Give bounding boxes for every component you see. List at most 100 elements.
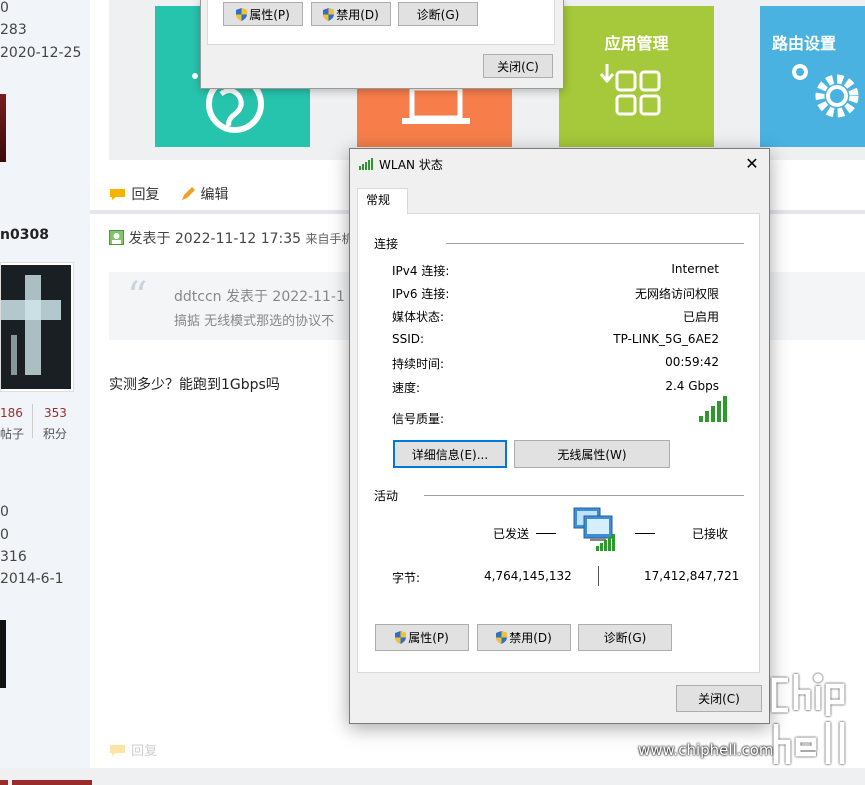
bytes-sent-value: 4,764,145,132 [484, 569, 572, 583]
quote-text: 搞掂 无线模式那选的协议不 [174, 314, 335, 329]
speech-bubble-icon [110, 189, 125, 200]
button-label: 关闭(C) [497, 59, 539, 74]
gear-icon [792, 64, 859, 118]
pencil-icon [182, 187, 195, 200]
post-meta: 发表于 2022-11-12 17:35 来自手机 [109, 228, 354, 248]
user-stat-line: 283 [0, 22, 27, 38]
received-line [635, 533, 655, 534]
ipv4-label: IPv4 连接: [392, 264, 450, 278]
button-label: 属性(P) [249, 7, 290, 22]
signal-bar [717, 401, 721, 422]
footer-reply-action[interactable]: 回复 [109, 740, 157, 759]
button-label: 详细信息(E)... [411, 447, 489, 462]
button-label: 属性(P) [408, 631, 449, 645]
quote-mark-icon: “ [127, 274, 148, 320]
avatar[interactable] [0, 262, 74, 392]
points-label: 积分 [43, 427, 68, 441]
user-stat-line: 2014-6-1 [0, 571, 64, 587]
bytes-divider [598, 566, 599, 586]
diagnose-button[interactable]: 诊断(G) [398, 2, 478, 26]
speech-bubble-icon [110, 745, 125, 756]
avatar-image [1, 265, 71, 389]
media-state-label: 媒体状态: [392, 310, 445, 324]
wlan-status-dialog: WLAN 状态 ✕ 常规 连接 IPv4 连接: Internet IPv6 连… [349, 148, 770, 724]
close-button[interactable]: 关闭(C) [483, 54, 553, 78]
footer-button-fragment[interactable] [0, 780, 8, 785]
signal-bar [723, 396, 727, 422]
user-stat-line: 0 [0, 527, 9, 543]
posts-count[interactable]: 186 [0, 406, 23, 420]
properties-button[interactable]: 属性(P) [375, 624, 469, 651]
user-stat-line: 316 [0, 549, 27, 565]
connection-section-title: 连接 [374, 237, 399, 251]
bytes-label: 字节: [392, 571, 421, 585]
close-button[interactable]: 关闭(C) [676, 685, 762, 712]
speed-label: 速度: [392, 381, 421, 395]
user-stat-line: 2020-12-25 [0, 45, 82, 61]
footer-button-fragment[interactable] [12, 780, 92, 785]
ipv4-value: Internet [671, 262, 719, 276]
network-computers-icon [573, 507, 615, 551]
diagnose-button[interactable]: 诊断(G) [578, 624, 672, 651]
section-divider [424, 495, 744, 496]
bytes-received-value: 17,412,847,721 [644, 569, 740, 583]
speed-value: 2.4 Gbps [665, 379, 719, 393]
wireless-properties-button[interactable]: 无线属性(W) [514, 440, 670, 468]
points-count[interactable]: 353 [44, 406, 67, 420]
edit-action[interactable]: 编辑 [180, 184, 228, 204]
sent-label: 已发送 [493, 527, 530, 541]
signal-bar [711, 406, 715, 422]
apps-grid-icon [599, 64, 661, 116]
quote-author-line: ddtccn 发表于 2022-11-1 [174, 289, 345, 305]
uac-shield-icon [236, 7, 248, 21]
post-source[interactable]: 来自手机 [306, 232, 354, 246]
signal-bar [699, 416, 703, 422]
reply-label: 回复 [131, 744, 158, 759]
user-sidebar: 0 283 2020-12-25 n0308 186 帖子 353 积分 0 0… [0, 0, 90, 785]
close-icon[interactable]: ✕ [741, 153, 763, 175]
edit-label: 编辑 [200, 187, 229, 203]
page-footer-bar [0, 768, 865, 785]
user-stat-line: 0 [0, 504, 9, 520]
sent-line [536, 533, 556, 534]
signal-strength-icon [699, 396, 727, 422]
reply-label: 回复 [131, 187, 160, 203]
background-status-dialog: 属性(P) 禁用(D) 诊断(G) 关闭(C) [200, 0, 564, 89]
signal-quality-label: 信号质量: [392, 412, 445, 426]
uac-shield-icon [323, 7, 335, 21]
dialog-title: WLAN 状态 [379, 158, 443, 172]
banner-tile-app-management[interactable]: 应用管理 [559, 6, 714, 147]
posts-label: 帖子 [0, 427, 25, 441]
details-button[interactable]: 详细信息(E)... [393, 440, 507, 468]
button-label: 诊断(G) [416, 7, 460, 22]
post-date: 发表于 2022-11-12 17:35 [128, 231, 302, 247]
chiphell-logo [771, 673, 845, 764]
disable-button[interactable]: 禁用(D) [311, 2, 391, 26]
button-label: 禁用(D) [336, 7, 379, 22]
ssid-label: SSID: [392, 332, 425, 346]
button-label: 诊断(G) [603, 631, 647, 645]
banner-tile-router-settings[interactable]: 路由设置 [760, 6, 865, 147]
received-label: 已接收 [692, 527, 729, 541]
properties-button[interactable]: 属性(P) [223, 2, 303, 26]
tab-panel: 连接 IPv4 连接: Internet IPv6 连接: 无网络访问权限 媒体… [357, 213, 760, 673]
button-label: 禁用(D) [509, 631, 552, 645]
ssid-value: TP-LINK_5G_6AE2 [613, 332, 719, 346]
duration-value: 00:59:42 [665, 355, 719, 369]
section-divider [446, 243, 744, 244]
uac-shield-icon [395, 631, 407, 644]
ipv6-label: IPv6 连接: [392, 287, 450, 301]
button-label: 关闭(C) [698, 692, 740, 706]
button-label: 无线属性(W) [557, 447, 627, 462]
duration-label: 持续时间: [392, 357, 445, 371]
wifi-signal-icon [359, 158, 373, 170]
reply-action[interactable]: 回复 [109, 184, 159, 204]
avatar-fragment [0, 620, 6, 688]
username[interactable]: n0308 [0, 227, 49, 243]
uac-shield-icon [496, 631, 508, 644]
tab-general[interactable]: 常规 [357, 188, 408, 214]
post-body: 实测多少？能跑到1Gbps吗 [109, 377, 280, 393]
user-stat-line: 0 [0, 0, 9, 16]
online-status-icon [109, 230, 124, 245]
disable-button[interactable]: 禁用(D) [477, 624, 571, 651]
